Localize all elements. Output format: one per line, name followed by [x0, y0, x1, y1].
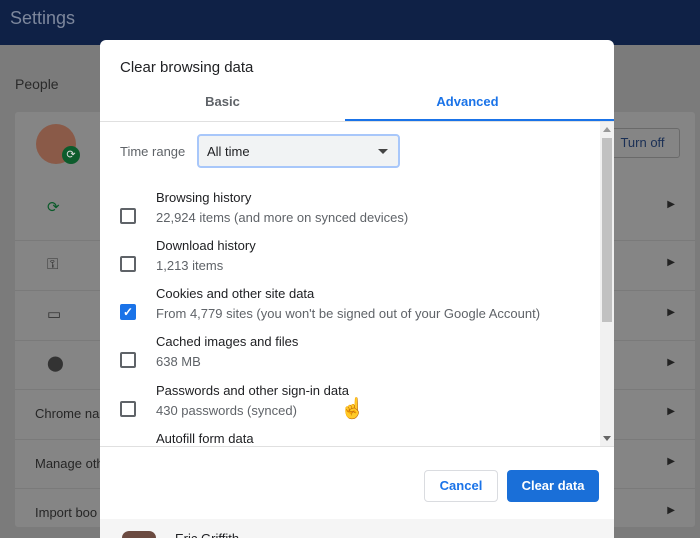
- checkbox[interactable]: [120, 256, 136, 272]
- footer-divider: [100, 446, 614, 447]
- option-download-history[interactable]: Download history 1,213 items: [100, 238, 600, 286]
- chevron-right-icon: ▶: [667, 456, 675, 467]
- checkbox[interactable]: [120, 401, 136, 417]
- sync-icon: ⟳: [62, 146, 80, 164]
- option-cookies[interactable]: ✓ Cookies and other site data From 4,779 s…: [100, 286, 600, 334]
- tab-advanced[interactable]: Advanced: [345, 94, 590, 109]
- app-title: Settings: [10, 8, 76, 28]
- time-range-select[interactable]: All time: [197, 134, 400, 168]
- chevron-right-icon: ▶: [667, 257, 675, 268]
- chevron-right-icon: ▶: [667, 357, 675, 368]
- account-avatar: [122, 531, 156, 538]
- clear-browsing-data-dialog: Clear browsing data Basic Advanced Time …: [100, 40, 614, 538]
- chevron-right-icon: ▶: [667, 199, 675, 210]
- clear-data-button[interactable]: Clear data: [507, 470, 599, 502]
- account-strip: Eric Griffith: [100, 519, 614, 538]
- cancel-button[interactable]: Cancel: [424, 470, 498, 502]
- dropdown-arrow-icon: [378, 149, 388, 154]
- scroll-down-icon[interactable]: [603, 436, 611, 441]
- checkbox-checked[interactable]: ✓: [120, 304, 136, 320]
- section-title: People: [15, 76, 59, 92]
- option-cached-images[interactable]: Cached images and files 638 MB: [100, 334, 600, 382]
- time-range-label: Time range: [120, 144, 186, 159]
- scroll-up-icon[interactable]: [603, 127, 611, 132]
- chevron-right-icon: ▶: [667, 406, 675, 417]
- dialog-title: Clear browsing data: [120, 59, 254, 76]
- checkbox[interactable]: [120, 352, 136, 368]
- chevron-right-icon: ▶: [667, 505, 675, 516]
- scrollbar[interactable]: [600, 122, 614, 446]
- settings-header: Settings: [0, 0, 700, 45]
- scrollbar-thumb[interactable]: [602, 138, 612, 322]
- hand-cursor-icon: ☝: [340, 398, 365, 420]
- turn-off-button[interactable]: Turn off: [605, 128, 680, 158]
- account-name: Eric Griffith: [175, 532, 239, 538]
- checkbox[interactable]: [120, 208, 136, 224]
- option-browsing-history[interactable]: Browsing history 22,924 items (and more o…: [100, 190, 600, 238]
- option-autofill[interactable]: Autofill form data: [100, 431, 600, 446]
- tab-basic[interactable]: Basic: [100, 94, 345, 109]
- chevron-right-icon: ▶: [667, 307, 675, 318]
- active-tab-indicator: [345, 119, 614, 121]
